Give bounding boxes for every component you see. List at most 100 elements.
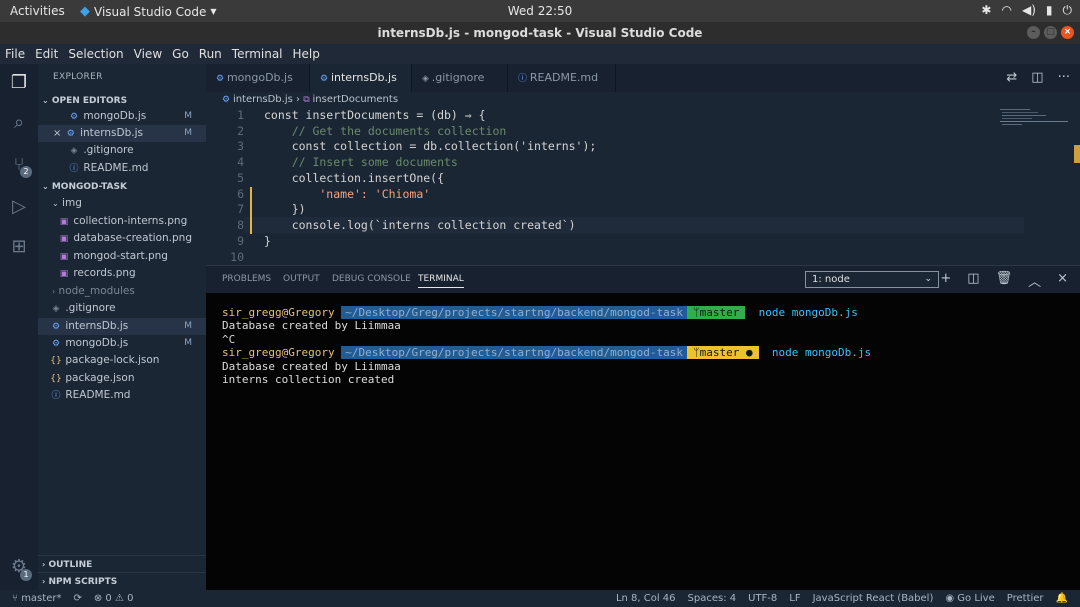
file-item[interactable]: ⚙ mongoDb.js M (38, 335, 206, 352)
file-item[interactable]: ▣ collection-interns.png (38, 213, 206, 230)
wifi-icon[interactable]: ◠ (1001, 3, 1011, 18)
file-item[interactable]: {} package.json (38, 370, 206, 387)
scm-badge: 2 (20, 166, 32, 178)
git-modified-gutter (250, 187, 252, 234)
system-tray[interactable]: ✱ ◠ ◀) ▮ ⏻ (981, 3, 1072, 18)
close-window-button[interactable]: × (1061, 26, 1074, 39)
file-item-active[interactable]: ⚙ internsDb.js M (38, 318, 206, 335)
file-item[interactable]: ⓘ README.md (38, 387, 206, 404)
code-line: // Insert some documents (264, 155, 458, 169)
breadcrumb: ⚙ internsDb.js › ⧉ insertDocuments (206, 92, 1080, 107)
plus-icon[interactable]: + (940, 271, 951, 290)
go-live-button[interactable]: ◉ Go Live (945, 590, 994, 607)
code-line: // Get the documents collection (264, 124, 507, 138)
scrollbar-marker[interactable] (1074, 145, 1080, 163)
maximize-button[interactable]: □ (1044, 26, 1057, 39)
image-file-icon: ▣ (59, 269, 69, 279)
terminal-select[interactable]: 1: node ⌄ (805, 271, 939, 288)
folder-img[interactable]: ⌄ img (38, 195, 206, 212)
folder-node-modules[interactable]: › node_modules (38, 283, 206, 300)
chevron-up-icon[interactable]: ︿ (1028, 271, 1041, 290)
line-number: 3 (237, 139, 244, 153)
file-item[interactable]: {} package-lock.json (38, 352, 206, 369)
open-editor-item[interactable]: ⚙ mongoDb.js M (38, 108, 206, 125)
more-actions-icon[interactable]: ··· (1058, 70, 1070, 85)
tab-output[interactable]: OUTPUT (283, 274, 320, 284)
encoding-status[interactable]: UTF-8 (748, 590, 777, 607)
close-icon[interactable]: × (1057, 271, 1068, 290)
app-menu[interactable]: ◆ Visual Studio Code ▼ (80, 4, 217, 19)
tab-mongodb[interactable]: ⚙ mongoDb.js (206, 64, 310, 92)
project-header[interactable]: ⌄ MONGOD-TASK (38, 178, 206, 195)
chevron-down-icon: ⌄ (924, 274, 932, 284)
power-icon[interactable]: ⏻ (1063, 3, 1073, 18)
line-number: 9 (237, 234, 244, 248)
volume-icon[interactable]: ◀) (1022, 3, 1036, 18)
tab-debug-console[interactable]: DEBUG CONSOLE (332, 274, 411, 284)
eol-status[interactable]: LF (789, 590, 800, 607)
tab-terminal[interactable]: TERMINAL (418, 274, 464, 288)
open-changes-icon[interactable]: ⇄ (1006, 70, 1017, 85)
open-editor-item-active[interactable]: × ⚙ internsDb.js M (38, 125, 206, 142)
search-icon[interactable]: ⌕ (8, 112, 30, 134)
image-file-icon: ▣ (59, 252, 69, 262)
menu-run[interactable]: Run (199, 47, 222, 61)
indent-status[interactable]: Spaces: 4 (688, 590, 737, 607)
js-file-icon: ⚙ (51, 322, 61, 332)
notifications-icon[interactable]: 🔔 (1056, 590, 1068, 607)
open-editor-item[interactable]: ◈ .gitignore (38, 142, 206, 159)
tab-problems[interactable]: PROBLEMS (222, 274, 271, 284)
menu-go[interactable]: Go (172, 47, 189, 61)
branch-icon: ⑂ (12, 593, 22, 604)
prettier-status[interactable]: Prettier (1007, 590, 1044, 607)
npm-scripts-header[interactable]: › NPM SCRIPTS (38, 572, 206, 589)
tab-internsdb[interactable]: ⚙ internsDb.js × (310, 64, 412, 113)
menu-help[interactable]: Help (293, 47, 320, 61)
minimize-button[interactable]: – (1027, 26, 1040, 39)
breadcrumb-symbol[interactable]: insertDocuments (313, 94, 399, 105)
js-file-icon: ⚙ (69, 112, 79, 122)
menu-selection[interactable]: Selection (68, 47, 123, 61)
language-status[interactable]: JavaScript React (Babel) (813, 590, 934, 607)
sync-icon[interactable]: ⟳ (73, 590, 81, 607)
open-editors-header[interactable]: ⌄ OPEN EDITORS (38, 92, 206, 109)
file-item[interactable]: ◈ .gitignore (38, 300, 206, 317)
close-icon[interactable]: × (53, 128, 61, 139)
split-terminal-icon[interactable]: ◫ (967, 271, 979, 290)
tab-gitignore[interactable]: ◈ .gitignore (412, 64, 508, 92)
open-editor-item[interactable]: ⓘ README.md (38, 160, 206, 177)
status-bar: ⑂ master* ⟳ ⊗ 0 ⚠ 0 Ln 8, Col 46 Spaces:… (0, 590, 1080, 607)
menu-edit[interactable]: Edit (35, 47, 58, 61)
cursor-position[interactable]: Ln 8, Col 46 (616, 590, 676, 607)
git-branch-status[interactable]: ⑂ master* (12, 590, 61, 607)
menu-view[interactable]: View (134, 47, 162, 61)
chevron-down-icon: ⌄ (42, 182, 49, 191)
extensions-icon[interactable]: ⊞ (8, 236, 30, 258)
terminal-command: node mongoDb.js (758, 306, 858, 319)
code-editor[interactable]: 1 2 3 4 5 6 7 8 9 10 const insertDocumen… (206, 107, 1080, 265)
breadcrumb-file[interactable]: internsDb.js (233, 94, 293, 105)
problems-status[interactable]: ⊗ 0 ⚠ 0 (94, 590, 134, 607)
minimap[interactable] (1000, 107, 1068, 157)
terminal-command: node mongoDb.js (771, 346, 872, 359)
menu-terminal[interactable]: Terminal (232, 47, 283, 61)
tab-readme[interactable]: ⓘ README.md (508, 64, 616, 92)
trash-icon[interactable]: 🗑 (996, 271, 1013, 290)
split-editor-icon[interactable]: ◫ (1031, 70, 1043, 85)
js-file-icon: ⚙ (216, 74, 227, 84)
file-item[interactable]: ▣ database-creation.png (38, 230, 206, 247)
line-number: 8 (237, 218, 244, 232)
chevron-right-icon: › (42, 560, 46, 569)
battery-icon[interactable]: ▮ (1046, 3, 1053, 18)
activity-bar: ❐ ⌕ ⑂ 2 ▷ ⊞ ⚙ 1 (0, 64, 38, 590)
line-number: 2 (237, 124, 244, 138)
bluetooth-icon[interactable]: ✱ (981, 3, 991, 18)
file-item[interactable]: ▣ mongod-start.png (38, 248, 206, 265)
menu-file[interactable]: File (5, 47, 25, 61)
outline-header[interactable]: › OUTLINE (38, 555, 206, 572)
run-debug-icon[interactable]: ▷ (8, 196, 30, 218)
file-item[interactable]: ▣ records.png (38, 265, 206, 282)
app-name: Visual Studio Code (94, 4, 207, 19)
explorer-icon[interactable]: ❐ (8, 72, 30, 94)
activities-button[interactable]: Activities (10, 4, 65, 18)
